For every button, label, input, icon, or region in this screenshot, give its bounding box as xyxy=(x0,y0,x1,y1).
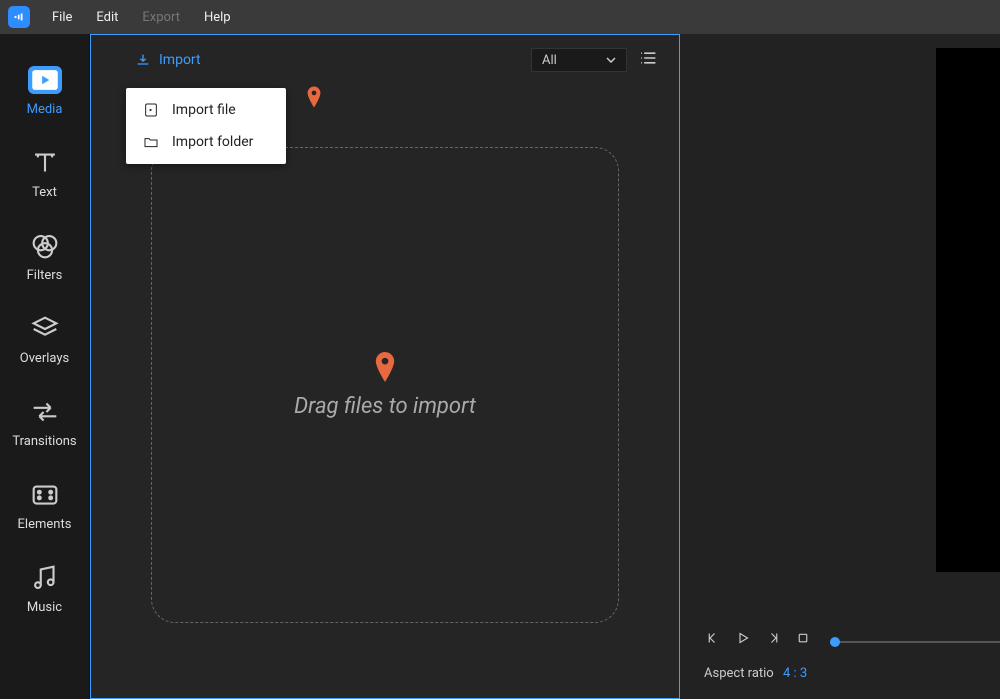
media-icon xyxy=(28,63,62,97)
preview-video-area xyxy=(936,48,1000,572)
filter-dropdown[interactable]: All xyxy=(531,48,627,72)
import-file-label: Import file xyxy=(172,102,236,118)
import-folder-label: Import folder xyxy=(172,134,253,150)
media-toolbar: Import All xyxy=(91,35,679,85)
import-button[interactable]: Import xyxy=(135,52,201,68)
sidebar-item-transitions[interactable]: Transitions xyxy=(0,386,89,469)
menu-bar: File Edit Export Help xyxy=(0,0,1000,34)
sidebar-label-elements: Elements xyxy=(18,517,72,532)
preview-panel: Aspect ratio 4 : 3 xyxy=(680,34,1000,699)
file-icon xyxy=(142,102,160,118)
app-logo xyxy=(8,6,30,28)
sidebar-item-elements[interactable]: Elements xyxy=(0,469,89,552)
import-icon xyxy=(135,52,151,68)
next-frame-button[interactable] xyxy=(764,629,782,651)
dropzone-text: Drag files to import xyxy=(294,394,476,419)
tutorial-marker-import xyxy=(307,86,321,112)
prev-frame-button[interactable] xyxy=(704,629,722,651)
import-label: Import xyxy=(159,52,201,68)
music-icon xyxy=(28,561,62,595)
dropzone-marker xyxy=(375,352,395,386)
sidebar-item-filters[interactable]: Filters xyxy=(0,220,89,303)
chevron-down-icon xyxy=(606,57,616,63)
menu-file[interactable]: File xyxy=(42,6,82,29)
stop-button[interactable] xyxy=(794,629,812,651)
text-icon xyxy=(28,146,62,180)
sidebar-item-media[interactable]: Media xyxy=(0,54,89,137)
import-file-item[interactable]: Import file xyxy=(126,94,286,126)
sidebar-label-media: Media xyxy=(27,102,63,117)
sidebar-label-transitions: Transitions xyxy=(12,434,76,449)
aspect-ratio-label: Aspect ratio xyxy=(704,666,774,681)
sidebar-item-music[interactable]: Music xyxy=(0,552,89,635)
sidebar-label-overlays: Overlays xyxy=(20,351,69,366)
playback-progress[interactable] xyxy=(830,641,1000,643)
playback-controls xyxy=(704,629,812,651)
filter-selected: All xyxy=(542,53,557,68)
list-view-icon xyxy=(639,50,659,66)
sidebar-label-music: Music xyxy=(27,600,62,615)
sidebar-item-overlays[interactable]: Overlays xyxy=(0,303,89,386)
aspect-ratio-value: 4 : 3 xyxy=(783,666,807,681)
import-dropzone[interactable]: Drag files to import xyxy=(151,147,619,623)
sidebar: Media Text Filters Overlays Transitions … xyxy=(0,34,90,699)
menu-edit[interactable]: Edit xyxy=(86,6,128,29)
sidebar-label-filters: Filters xyxy=(27,268,63,283)
import-folder-item[interactable]: Import folder xyxy=(126,126,286,158)
logo-icon xyxy=(12,10,26,24)
filters-icon xyxy=(28,229,62,263)
folder-icon xyxy=(142,134,160,150)
aspect-ratio-row[interactable]: Aspect ratio 4 : 3 xyxy=(704,666,807,681)
view-toggle-button[interactable] xyxy=(639,50,659,70)
sidebar-item-text[interactable]: Text xyxy=(0,137,89,220)
import-menu: Import file Import folder xyxy=(126,88,286,164)
play-button[interactable] xyxy=(734,629,752,651)
menu-export: Export xyxy=(132,6,190,29)
progress-knob[interactable] xyxy=(830,637,840,647)
elements-icon xyxy=(28,478,62,512)
menu-help[interactable]: Help xyxy=(194,6,241,29)
sidebar-label-text: Text xyxy=(32,185,57,200)
transitions-icon xyxy=(28,395,62,429)
overlays-icon xyxy=(28,312,62,346)
